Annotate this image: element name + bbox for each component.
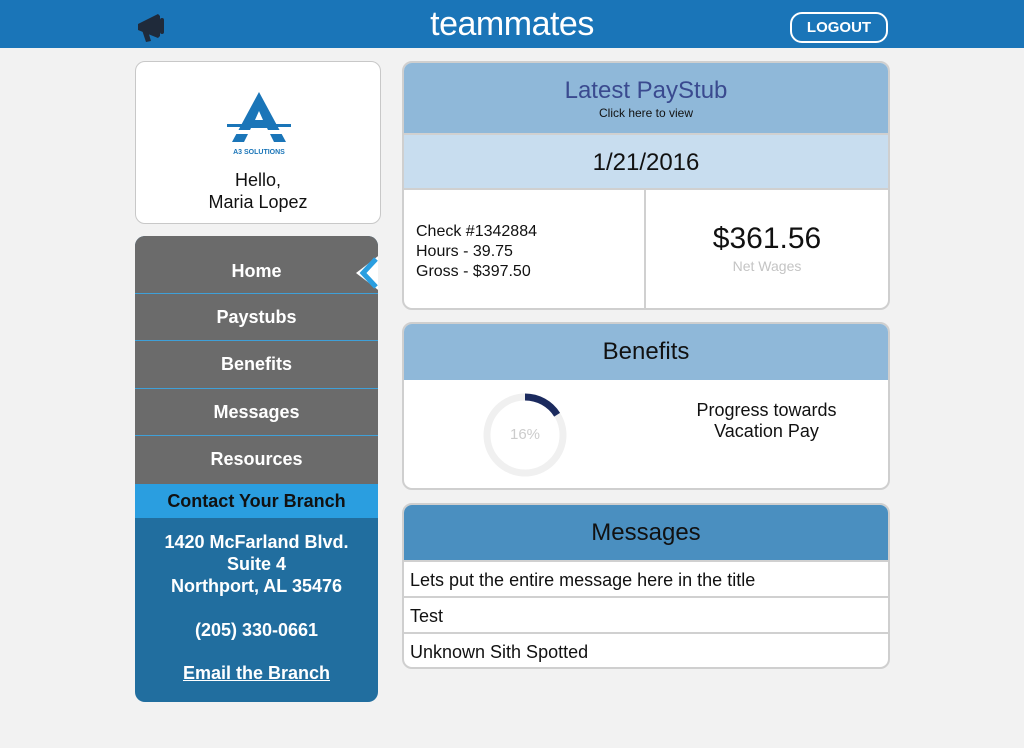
- nav-item-label: Resources: [210, 449, 303, 470]
- address-line-1: 1420 McFarland Blvd.: [164, 531, 349, 552]
- benefits-body: 16% Progress towards Vacation Pay: [404, 380, 888, 488]
- contact-heading: Contact Your Branch: [135, 483, 378, 518]
- message-item[interactable]: Unknown Sith Spotted: [404, 632, 888, 667]
- top-bar: teammates LOGOUT: [0, 0, 1024, 48]
- logout-button[interactable]: LOGOUT: [790, 12, 888, 43]
- user-name: Maria Lopez: [208, 192, 308, 212]
- nav-item-label: Benefits: [220, 354, 292, 375]
- progress-text-line-2: Vacation Pay: [714, 421, 819, 441]
- chevron-left-icon: [356, 256, 378, 290]
- nav-item-benefits[interactable]: Benefits: [135, 341, 378, 389]
- paystub-summary: Check #1342884 Hours - 39.75 Gross - $39…: [404, 190, 646, 308]
- net-label: Net Wages: [732, 258, 802, 274]
- paystub-subtitle: Click here to view: [598, 106, 694, 120]
- latest-paystub-card: Latest PayStub Click here to view 1/21/2…: [402, 61, 890, 310]
- paystub-details: Check #1342884 Hours - 39.75 Gross - $39…: [404, 190, 888, 308]
- address-line-3: Northport, AL 35476: [170, 575, 343, 596]
- progress-text-line-1: Progress towards: [696, 400, 837, 420]
- company-logo: 3 A3 SOLUTIONS: [224, 92, 294, 156]
- benefits-title[interactable]: Benefits: [404, 324, 888, 380]
- paystub-date: 1/21/2016: [404, 135, 888, 190]
- nav-item-label: Paystubs: [216, 307, 297, 327]
- net-amount: $361.56: [712, 222, 822, 255]
- paystub-header[interactable]: Latest PayStub Click here to view: [404, 63, 888, 135]
- svg-text:A3 SOLUTIONS: A3 SOLUTIONS: [233, 149, 285, 156]
- address-line-2: Suite 4: [226, 553, 287, 574]
- email-branch-link[interactable]: Email the Branch: [135, 662, 378, 684]
- gross-pay: Gross - $397.50: [416, 263, 531, 280]
- greeting-hello: Hello,: [234, 170, 282, 190]
- nav-item-messages[interactable]: Messages: [135, 388, 378, 437]
- side-navigation: Home Paystubs Benefits Messages Resource…: [135, 236, 378, 702]
- contact-details: 1420 McFarland Blvd. Suite 4 Northport, …: [135, 518, 378, 684]
- branch-phone[interactable]: (205) 330-0661: [135, 619, 378, 641]
- progress-description: Progress towards Vacation Pay: [674, 400, 859, 442]
- profile-card: 3 A3 SOLUTIONS Hello, Maria Lopez: [135, 61, 381, 224]
- messages-title[interactable]: Messages: [404, 505, 888, 560]
- svg-text:3: 3: [265, 95, 270, 104]
- nav-item-label: Messages: [213, 401, 300, 422]
- paystub-title: Latest PayStub: [564, 77, 728, 104]
- hours: Hours - 39.75: [416, 243, 513, 260]
- check-number: Check #1342884: [416, 223, 537, 240]
- nav-item-label: Home: [231, 261, 282, 281]
- net-wages: $361.56 Net Wages: [646, 190, 888, 308]
- benefits-card: Benefits 16% Progress towards Vacation P…: [402, 322, 890, 490]
- messages-card: Messages Lets put the entire message her…: [402, 503, 890, 669]
- nav-item-home[interactable]: Home: [135, 236, 378, 294]
- nav-item-resources[interactable]: Resources: [135, 436, 378, 484]
- progress-percent: 16%: [509, 426, 541, 443]
- greeting: Hello, Maria Lopez: [136, 169, 380, 213]
- nav-item-paystubs[interactable]: Paystubs: [135, 294, 378, 342]
- message-item[interactable]: Lets put the entire message here in the …: [404, 560, 888, 596]
- message-item[interactable]: Test: [404, 596, 888, 632]
